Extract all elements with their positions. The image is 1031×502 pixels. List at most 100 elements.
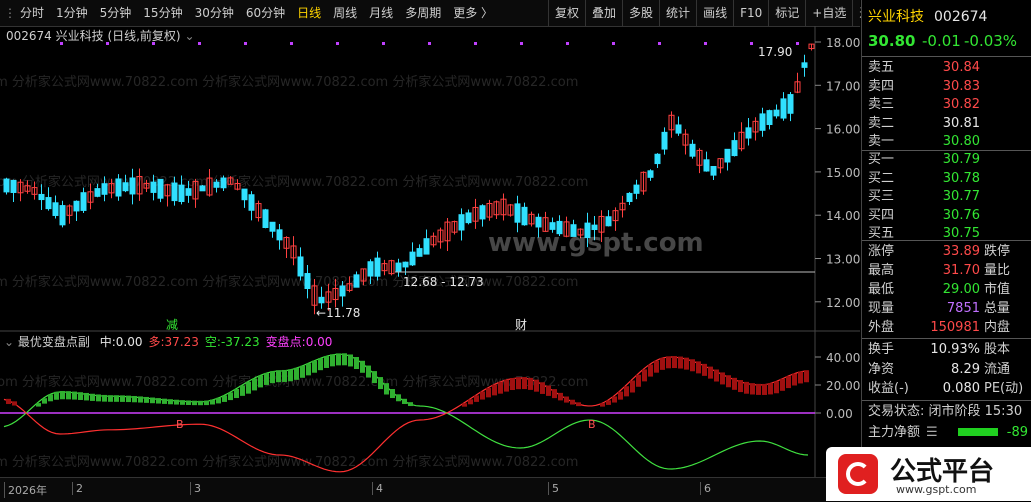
tab-period-5[interactable]: 60分钟 (240, 0, 291, 26)
candle-body (276, 229, 283, 241)
candle-body (150, 181, 157, 193)
indicator-value-0: 中:0.00 (100, 335, 143, 349)
chevron-down-icon[interactable]: ⌄ (4, 335, 14, 349)
ask-row-value: 30.81 (942, 115, 980, 131)
signal-dot (612, 42, 615, 45)
ask-row: 卖一 30.80 (862, 132, 1031, 152)
bid-row: 买五 30.75 (862, 224, 1031, 244)
y-tick-label: 12.00 (826, 296, 860, 310)
tab-period-10[interactable]: 更多 〉 (447, 0, 499, 26)
signal-bar (336, 353, 341, 366)
tab-period-8[interactable]: 月线 (363, 0, 399, 26)
sub-tick-label: 20.00 (826, 379, 860, 393)
signal-dot (704, 42, 707, 45)
y-tick-label: 17.00 (826, 79, 860, 93)
tool-button-5[interactable]: F10 (733, 0, 768, 26)
signal-bar (174, 399, 179, 405)
candle-body (94, 188, 101, 197)
trade-status: 交易状态: 闭市阶段 15:30 (868, 404, 1023, 419)
signal-bar (732, 377, 737, 390)
high-annotation: 17.90 (758, 45, 793, 59)
menu-icon[interactable]: ☰ (926, 423, 938, 443)
tab-period-9[interactable]: 多周期 (399, 0, 447, 26)
signal-bar (288, 369, 293, 382)
y-tick-label: 18.00 (826, 36, 860, 50)
signal-bar (462, 403, 467, 407)
tab-period-6[interactable]: 日线 (291, 0, 327, 26)
tool-button-3[interactable]: 统计 (659, 0, 696, 26)
signal-bar (252, 378, 257, 391)
indicator-title: ⌄ 最优变盘点副 中:0.00 多:37.23 空:-37.23 变盘点:0.00 (4, 333, 332, 350)
bid-row-label: 买三 (868, 189, 895, 204)
time-axis: 2026年 2 3 4 5 6 (0, 477, 860, 502)
tool-button-1[interactable]: 叠加 (585, 0, 622, 26)
chevron-down-icon[interactable]: ⌄ (184, 29, 194, 43)
signal-bar (156, 398, 161, 404)
candle-body (773, 109, 780, 117)
stat2-row-value: 0.080 (942, 381, 980, 396)
marker-finance[interactable]: 财 (515, 316, 527, 333)
center-watermark: www.gspt.com (488, 228, 704, 258)
candle-body (3, 178, 10, 193)
signal-bar (408, 402, 413, 407)
price-change: -0.01 (922, 32, 961, 50)
quote-panel: 兴业科技 002674 30.80 -0.01 -0.03% 卖五 30.84 卖四… (861, 0, 1031, 501)
bid-row-label: 买四 (868, 207, 895, 223)
tool-button-2[interactable]: 多股 (622, 0, 659, 26)
logo-g-icon (838, 454, 878, 494)
marker-reduce[interactable]: 减 (166, 316, 178, 333)
signal-bar (504, 379, 509, 392)
candle-body (514, 203, 521, 223)
kline-chart[interactable]: com 分析家公式网www.70822.com 分析家公式网www.70822.… (0, 26, 860, 477)
low-annotation: ←11.78 (316, 306, 361, 320)
tab-period-2[interactable]: 5分钟 (94, 0, 138, 26)
signal-bar (378, 377, 383, 390)
signal-bar (120, 395, 125, 402)
signal-bar (192, 400, 197, 406)
tool-button-7[interactable]: +自选 (805, 0, 852, 26)
tool-button-0[interactable]: 复权 (548, 0, 585, 26)
signal-bar (168, 399, 173, 405)
candle-body (248, 194, 255, 211)
signal-bar (552, 389, 557, 399)
candle-body (633, 184, 640, 194)
signal-bar (12, 401, 17, 406)
stat-row: 涨停 33.89 跌停 (862, 242, 1031, 262)
candle-body (122, 182, 129, 192)
signal-bar (276, 370, 281, 383)
signal-bar (756, 383, 761, 395)
tab-period-7[interactable]: 周线 (327, 0, 363, 26)
candle-body (157, 178, 164, 199)
main-flow-label: 主力净额 (868, 425, 921, 440)
signal-bar (798, 371, 803, 384)
ask-row: 卖三 30.82 (862, 95, 1031, 115)
signal-bar (72, 391, 77, 400)
signal-bar (804, 370, 809, 383)
stat2-row-value: 10.93% (930, 342, 980, 357)
tab-period-3[interactable]: 15分钟 (137, 0, 188, 26)
tab-period-1[interactable]: 1分钟 (50, 0, 94, 26)
stat-row-label2: 内盘 (984, 320, 1011, 335)
candle-body (465, 212, 472, 224)
candle-body (199, 185, 206, 192)
stat-row-label: 最高 (868, 263, 895, 278)
tab-period-4[interactable]: 30分钟 (189, 0, 240, 26)
signal-bar (372, 371, 377, 384)
indicator-value-label: 中: (99, 335, 116, 349)
tool-button-4[interactable]: 画线 (696, 0, 733, 26)
signal-bar (762, 383, 767, 395)
signal-bar (96, 394, 101, 402)
tool-button-6[interactable]: 标记 (768, 0, 805, 26)
stat-row-value: 7851 (946, 301, 980, 316)
candle-body (297, 256, 304, 277)
candle-body (647, 170, 654, 178)
indicator-value-label: 变盘点: (265, 335, 306, 349)
signal-bar (726, 375, 731, 388)
signal-bar (300, 365, 305, 378)
signal-bar (48, 394, 53, 402)
time-label-2: 3 (190, 482, 201, 495)
candle-body (213, 181, 220, 188)
tab-period-0[interactable]: 分时 (14, 0, 50, 26)
stat-row-label2: 量比 (984, 263, 1011, 278)
stat-row-value: 31.70 (942, 263, 980, 278)
